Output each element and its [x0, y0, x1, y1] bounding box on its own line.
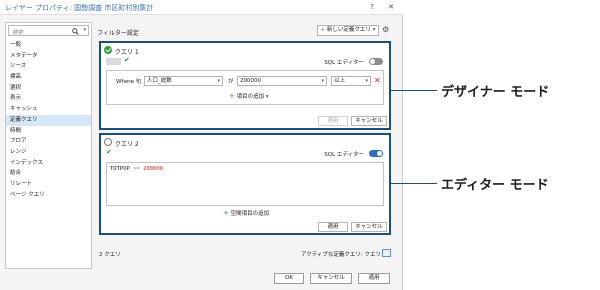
query1-apply-button[interactable]: 適用	[318, 116, 348, 126]
sidebar-item-elevation[interactable]: 標高	[6, 72, 91, 83]
designer-callout-line	[391, 90, 437, 91]
query2-cancel-button[interactable]: キャンセル	[351, 222, 387, 232]
value-input-text: 200000	[240, 78, 261, 84]
new-query-button[interactable]: + 新しい定義クエリ ▾	[317, 25, 379, 36]
clause-row: Where 句 人口_総数 ▾ が 200000 ▾ 以上 ▾ ✕	[110, 76, 382, 86]
query2-radio[interactable]	[104, 138, 112, 146]
add-item-button[interactable]: + 項目の追加 ▾	[229, 92, 269, 100]
plus-icon: +	[229, 92, 235, 100]
sidebar-item-time[interactable]: 時間	[6, 126, 91, 137]
chevron-down-icon: ▾	[365, 78, 368, 84]
search-icon[interactable]	[72, 28, 79, 35]
query2-sql-editor-label: SQL エディター	[324, 152, 364, 158]
active-query-label: アクティブな定義クエリ: クエリ 1	[301, 252, 387, 258]
new-query-label: 新しい定義クエリ	[326, 27, 371, 33]
close-button[interactable]: ✕	[385, 2, 397, 13]
query2-sql-editor-toggle[interactable]	[369, 150, 383, 157]
editor-callout-line	[391, 183, 437, 184]
sidebar-item-indexes[interactable]: インデックス	[6, 158, 91, 169]
sql-operator: >=	[133, 166, 140, 172]
sql-value: 200000	[143, 166, 163, 172]
window-title: レイヤー プロパティ: 国勢調査 市区町村別集計	[5, 4, 154, 12]
add-item-label: 項目の追加	[236, 94, 265, 100]
chevron-down-icon: ▾	[217, 78, 220, 84]
query1-radio[interactable]	[104, 46, 112, 54]
query1-cancel-button[interactable]: キャンセル	[351, 116, 387, 126]
query1-sql-editor-toggle[interactable]	[369, 58, 383, 65]
sidebar-item-page-query[interactable]: ページ クエリ	[6, 190, 91, 201]
ok-button[interactable]: OK	[274, 273, 304, 284]
sidebar-item-floor[interactable]: フロア	[6, 136, 91, 147]
query2-title: クエリ 2	[115, 141, 139, 148]
sidebar-item-definition-query[interactable]: 定義クエリ	[6, 114, 91, 126]
query-count: 2 クエリ	[99, 252, 121, 258]
query1-sql-editor-label: SQL エディター	[324, 60, 364, 66]
remove-clause-icon[interactable]: ✕	[374, 76, 381, 85]
editor-mode-callout: エディター モード	[441, 178, 549, 193]
value-input[interactable]: 200000 ▾	[237, 76, 327, 86]
field-select[interactable]: 人口_総数 ▾	[144, 76, 223, 86]
help-button[interactable]: ?	[366, 2, 378, 13]
sidebar-item-range[interactable]: レンジ	[6, 147, 91, 158]
sql-field: TOTPOP	[110, 166, 130, 172]
sql-editor-textarea[interactable]: TOTPOP >= 200000	[106, 162, 384, 206]
sidebar-item-cache[interactable]: キャッシュ	[6, 104, 91, 115]
chevron-down-icon: ▾	[321, 78, 324, 84]
clause-box: Where 句 人口_総数 ▾ が 200000 ▾ 以上 ▾ ✕ + 項目の追…	[106, 70, 384, 105]
toggle-knob	[370, 59, 375, 64]
plus-icon: +	[320, 27, 326, 33]
active-query-icon[interactable]	[382, 249, 391, 257]
query1-card: クエリ 1 ✔ SQL エディター Where 句 人口_総数 ▾ が 2000…	[99, 41, 391, 130]
query2-apply-button[interactable]: 適用	[318, 222, 348, 232]
sidebar-item-metadata[interactable]: メタデータ	[6, 51, 91, 62]
apply-button[interactable]: 適用	[358, 273, 390, 284]
query2-card: クエリ 2 ✔ SQL エディター TOTPOP >= 200000 + 空間項…	[99, 133, 391, 235]
section-title: フィルター設定	[97, 30, 139, 37]
field-select-value: 人口_総数	[147, 78, 172, 84]
add-spatial-item-button[interactable]: + 空間項目の追加	[223, 209, 269, 217]
valid-check-icon: ✔	[124, 56, 130, 64]
chevron-down-icon[interactable]: ▾	[83, 27, 86, 33]
toggle-knob	[377, 151, 382, 156]
sidebar: 検索 ▾ 一般 メタデータ ソース 標高 選択 表示 キャッシュ 定義クエリ 時…	[5, 22, 92, 269]
designer-mode-callout: デザイナー モード	[441, 85, 550, 100]
sidebar-item-general[interactable]: 一般	[6, 40, 91, 51]
cancel-button[interactable]: キャンセル	[310, 273, 352, 284]
search-placeholder: 検索	[12, 30, 24, 36]
search-input[interactable]: 検索 ▾	[8, 25, 89, 36]
sidebar-item-relates[interactable]: リレート	[6, 179, 91, 190]
layer-properties-dialog: レイヤー プロパティ: 国勢調査 市区町村別集計 ? ✕ 検索 ▾ 一般 メタデ…	[0, 0, 403, 290]
query1-status-badge	[106, 58, 121, 65]
condition-select[interactable]: 以上 ▾	[331, 76, 371, 86]
sidebar-item-display[interactable]: 表示	[6, 93, 91, 104]
valid-check-icon: ✔	[106, 148, 112, 156]
nav-list: 一般 メタデータ ソース 標高 選択 表示 キャッシュ 定義クエリ 時間 フロア…	[6, 40, 91, 200]
query1-title: クエリ 1	[115, 49, 139, 56]
plus-icon: +	[223, 209, 229, 217]
gear-icon[interactable]: ⚙	[382, 25, 389, 35]
where-label: Where 句	[116, 79, 142, 85]
sidebar-item-joins[interactable]: 結合	[6, 168, 91, 179]
title-bar: レイヤー プロパティ: 国勢調査 市区町村別集計 ? ✕	[0, 0, 403, 15]
sql-expression: TOTPOP >= 200000	[110, 166, 163, 172]
sidebar-item-selection[interactable]: 選択	[6, 83, 91, 94]
chevron-down-icon: ▾	[372, 27, 376, 33]
condition-select-value: 以上	[334, 78, 346, 84]
main-panel: フィルター設定 + 新しい定義クエリ ▾ ⚙ クエリ 1 ✔ SQL エディター…	[97, 24, 394, 271]
operator-label: が	[228, 79, 234, 85]
add-spatial-label: 空間項目の追加	[230, 211, 270, 217]
sidebar-item-source[interactable]: ソース	[6, 61, 91, 72]
chevron-down-icon: ▾	[265, 94, 269, 100]
